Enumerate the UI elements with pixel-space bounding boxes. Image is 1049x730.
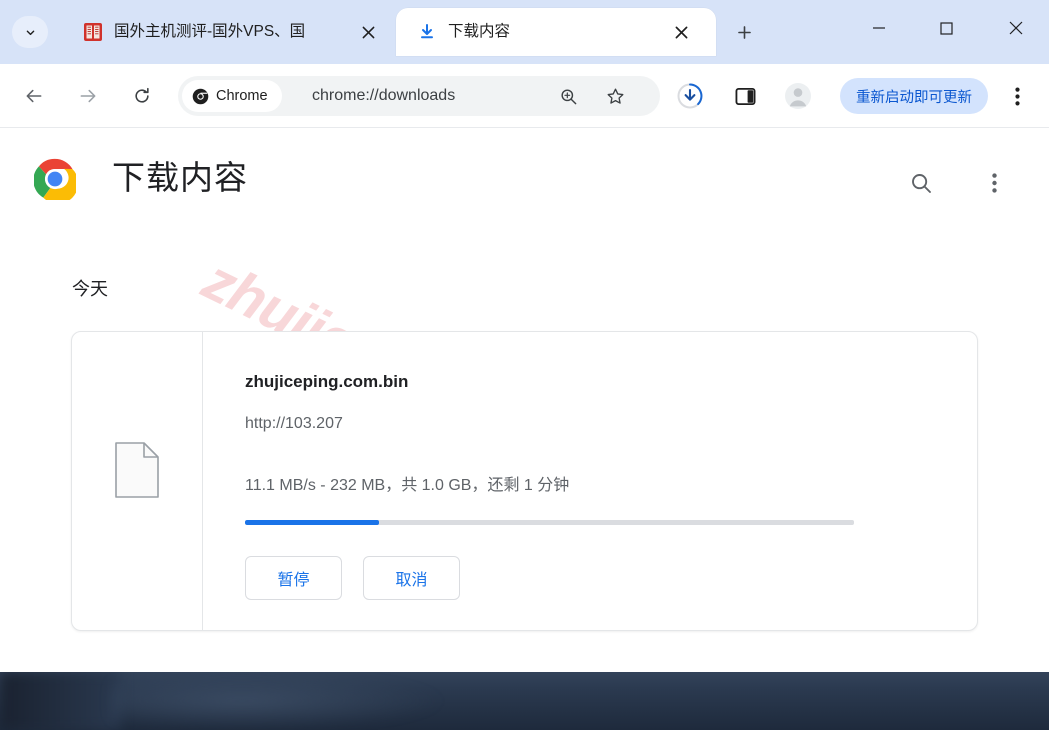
close-icon	[675, 26, 687, 38]
tab-item-0[interactable]: 国外主机测评-国外VPS、国	[62, 8, 392, 56]
file-icon	[115, 442, 159, 498]
pause-button[interactable]: 暂停	[245, 556, 342, 600]
download-item-card[interactable]: zhujiceping.com.bin http://103.207 11.1 …	[71, 331, 978, 631]
forward-button[interactable]	[70, 78, 106, 114]
tab-search-button[interactable]	[12, 16, 48, 48]
minimize-icon	[873, 27, 885, 29]
window-close-button[interactable]	[993, 8, 1039, 48]
site-favicon	[84, 23, 102, 41]
avatar-icon	[785, 83, 811, 109]
downloads-search-button[interactable]	[903, 165, 939, 201]
search-icon	[912, 174, 931, 193]
tab-item-1[interactable]: 下载内容	[396, 8, 716, 56]
star-icon	[607, 88, 623, 104]
file-icon-pane	[72, 332, 203, 630]
maximize-icon	[939, 21, 953, 35]
bookmark-button[interactable]	[601, 82, 629, 110]
omnibox-url-text: chrome://downloads	[312, 87, 456, 104]
chrome-logo-icon	[34, 158, 76, 200]
reload-icon	[135, 87, 149, 103]
profile-avatar-button[interactable]	[782, 80, 814, 112]
side-panel-icon	[735, 87, 755, 105]
windows-taskbar: 5	[0, 672, 1049, 730]
three-dot-menu-icon	[991, 173, 997, 193]
tab-title-0: 国外主机测评-国外VPS、国	[114, 23, 306, 40]
chevron-down-icon	[26, 30, 34, 35]
downloads-page: 下载内容 今天 zhujiceping.com.bin http://103.2…	[0, 129, 1049, 672]
tab-strip: 国外主机测评-国外VPS、国 下载内容	[0, 0, 1049, 64]
three-dot-menu-icon	[1014, 87, 1020, 105]
cancel-button[interactable]: 取消	[363, 556, 460, 600]
new-tab-button[interactable]	[730, 18, 758, 46]
page-title: 下载内容	[112, 159, 248, 196]
page-header: 下载内容	[0, 129, 1049, 229]
close-icon	[1009, 21, 1023, 35]
tab-title-1: 下载内容	[448, 23, 511, 40]
taskbar-background-left	[0, 672, 120, 730]
download-icon	[421, 24, 433, 39]
downloads-menu-button[interactable]	[976, 165, 1012, 201]
download-progress-bar	[245, 520, 854, 525]
tab-close-button-1[interactable]	[671, 22, 691, 42]
back-button[interactable]	[16, 78, 52, 114]
browser-menu-button[interactable]	[1002, 80, 1032, 112]
zoom-in-button[interactable]	[554, 82, 582, 110]
address-bar[interactable]: Chrome chrome://downloads	[178, 76, 660, 116]
downloads-button[interactable]	[674, 80, 706, 112]
omnibox-chip-label: Chrome	[216, 88, 268, 104]
update-restart-button[interactable]: 重新启动即可更新	[840, 78, 988, 114]
side-panel-button[interactable]	[729, 80, 761, 112]
download-status-text: 11.1 MB/s - 232 MB，共 1.0 GB，还剩 1 分钟	[245, 477, 570, 494]
download-file-url[interactable]: http://103.207	[245, 415, 343, 433]
window-minimize-button[interactable]	[856, 8, 902, 48]
close-icon	[362, 26, 374, 38]
arrow-right-icon	[80, 89, 96, 103]
chrome-icon	[192, 88, 209, 104]
taskbar-background-glow	[110, 672, 440, 730]
update-restart-label: 重新启动即可更新	[856, 89, 972, 106]
zoom-in-icon	[560, 88, 576, 104]
omnibox-chrome-chip[interactable]: Chrome	[182, 80, 282, 112]
download-progress-fill	[245, 520, 379, 525]
download-progress-icon	[677, 83, 703, 109]
browser-window: 国外主机测评-国外VPS、国 下载内容 Chrome chrome://down…	[0, 0, 1049, 672]
tab-close-button-0[interactable]	[358, 22, 378, 42]
date-group-heading: 今天	[72, 279, 108, 299]
arrow-left-icon	[26, 89, 42, 103]
download-file-name[interactable]: zhujiceping.com.bin	[245, 372, 408, 392]
plus-icon	[737, 25, 751, 39]
window-maximize-button[interactable]	[923, 8, 969, 48]
reload-button[interactable]	[124, 78, 160, 114]
